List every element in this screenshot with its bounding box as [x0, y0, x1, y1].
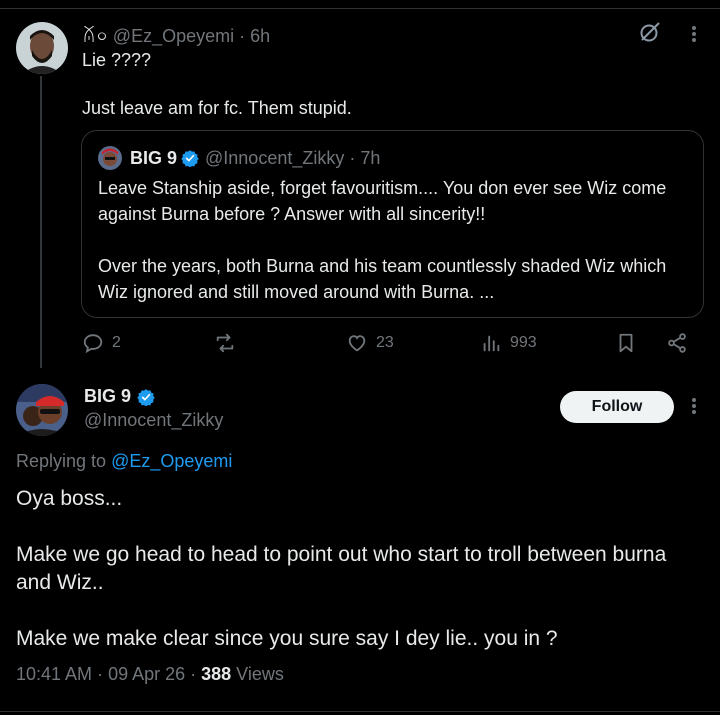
avatar-innocent-zikky[interactable] — [16, 384, 68, 436]
tweet-views-count: 388 — [201, 664, 232, 684]
quoted-author-avatar — [98, 146, 122, 170]
reply-tweet-text: Lie ???? Just leave am for fc. Them stup… — [82, 48, 352, 120]
main-author-name-row[interactable]: BIG 9 — [84, 386, 161, 407]
reply-author-name[interactable]: ꊼ০ — [82, 26, 108, 46]
quoted-paragraph: Over the years, both Burna and his team … — [98, 256, 667, 302]
reply-text-line: Lie ???? — [82, 50, 152, 70]
thread-connector-line — [40, 76, 42, 368]
reply-text-line: Just leave am for fc. Them stupid. — [82, 98, 352, 118]
date-separator: · — [92, 664, 109, 684]
main-paragraph: Make we make clear since you sure say I … — [16, 627, 558, 650]
reply-author-handle[interactable]: @Ez_Opeyemi — [113, 26, 234, 46]
quoted-paragraph: Leave Stanship aside, forget favouritism… — [98, 178, 667, 224]
main-paragraph: Oya boss... — [16, 487, 123, 510]
tweet-date[interactable]: 09 Apr 26 — [108, 664, 185, 684]
bookmark-button[interactable] — [615, 330, 645, 356]
share-button[interactable] — [666, 330, 696, 356]
replying-to-link[interactable]: @Ez_Opeyemi — [111, 451, 232, 471]
repost-icon — [216, 333, 234, 353]
grok-icon[interactable] — [638, 20, 662, 44]
repost-button[interactable] — [214, 330, 244, 356]
replying-to-prefix: Replying to — [16, 451, 112, 471]
more-icon[interactable] — [684, 394, 704, 418]
quoted-tweet-header: BIG 9 @Innocent_Zikky · 7h — [98, 146, 381, 170]
tweet-time[interactable]: 10:41 AM — [16, 664, 92, 684]
reply-icon — [83, 334, 103, 354]
reply-count: 2 — [112, 334, 121, 351]
follow-button[interactable]: Follow — [560, 391, 674, 423]
quoted-tweet-text: Leave Stanship aside, forget favouritism… — [98, 175, 694, 305]
verified-icon — [181, 149, 199, 168]
bottom-divider — [0, 711, 720, 712]
main-author-handle[interactable]: @Innocent_Zikky — [84, 410, 223, 431]
main-author-name[interactable]: BIG 9 — [84, 386, 131, 407]
tweet-views-label: Views — [231, 664, 284, 684]
bookmark-icon — [619, 333, 633, 353]
tweet-timestamp-views: 10:41 AM · 09 Apr 26 · 388 Views — [16, 664, 284, 685]
like-icon — [348, 335, 366, 352]
like-count: 23 — [376, 334, 394, 351]
quoted-author-handle: @Innocent_Zikky · 7h — [205, 147, 381, 168]
quoted-author-name: BIG 9 — [130, 147, 178, 168]
more-icon[interactable] — [684, 22, 704, 46]
views-count: 993 — [510, 334, 537, 351]
main-paragraph: Make we go head to head to point out who… — [16, 543, 667, 594]
views-icon — [483, 335, 500, 352]
views-button[interactable]: 993 — [480, 330, 537, 356]
reply-time[interactable]: 6h — [250, 26, 270, 46]
verified-icon — [137, 388, 155, 407]
reply-time-separator: · — [234, 26, 251, 46]
like-button[interactable]: 23 — [346, 330, 394, 356]
views-separator: · — [185, 664, 202, 684]
top-divider — [0, 8, 720, 9]
reply-action-bar: 2 23 993 — [82, 330, 702, 356]
replying-to: Replying to @Ez_Opeyemi — [16, 451, 232, 472]
reply-button[interactable]: 2 — [82, 330, 121, 356]
main-tweet-text: Oya boss... Make we go head to head to p… — [16, 485, 706, 653]
share-icon — [668, 333, 686, 353]
avatar-ez-opeyemi[interactable] — [16, 22, 68, 74]
quoted-tweet-card[interactable]: BIG 9 @Innocent_Zikky · 7h Leave Stanshi… — [81, 130, 704, 318]
